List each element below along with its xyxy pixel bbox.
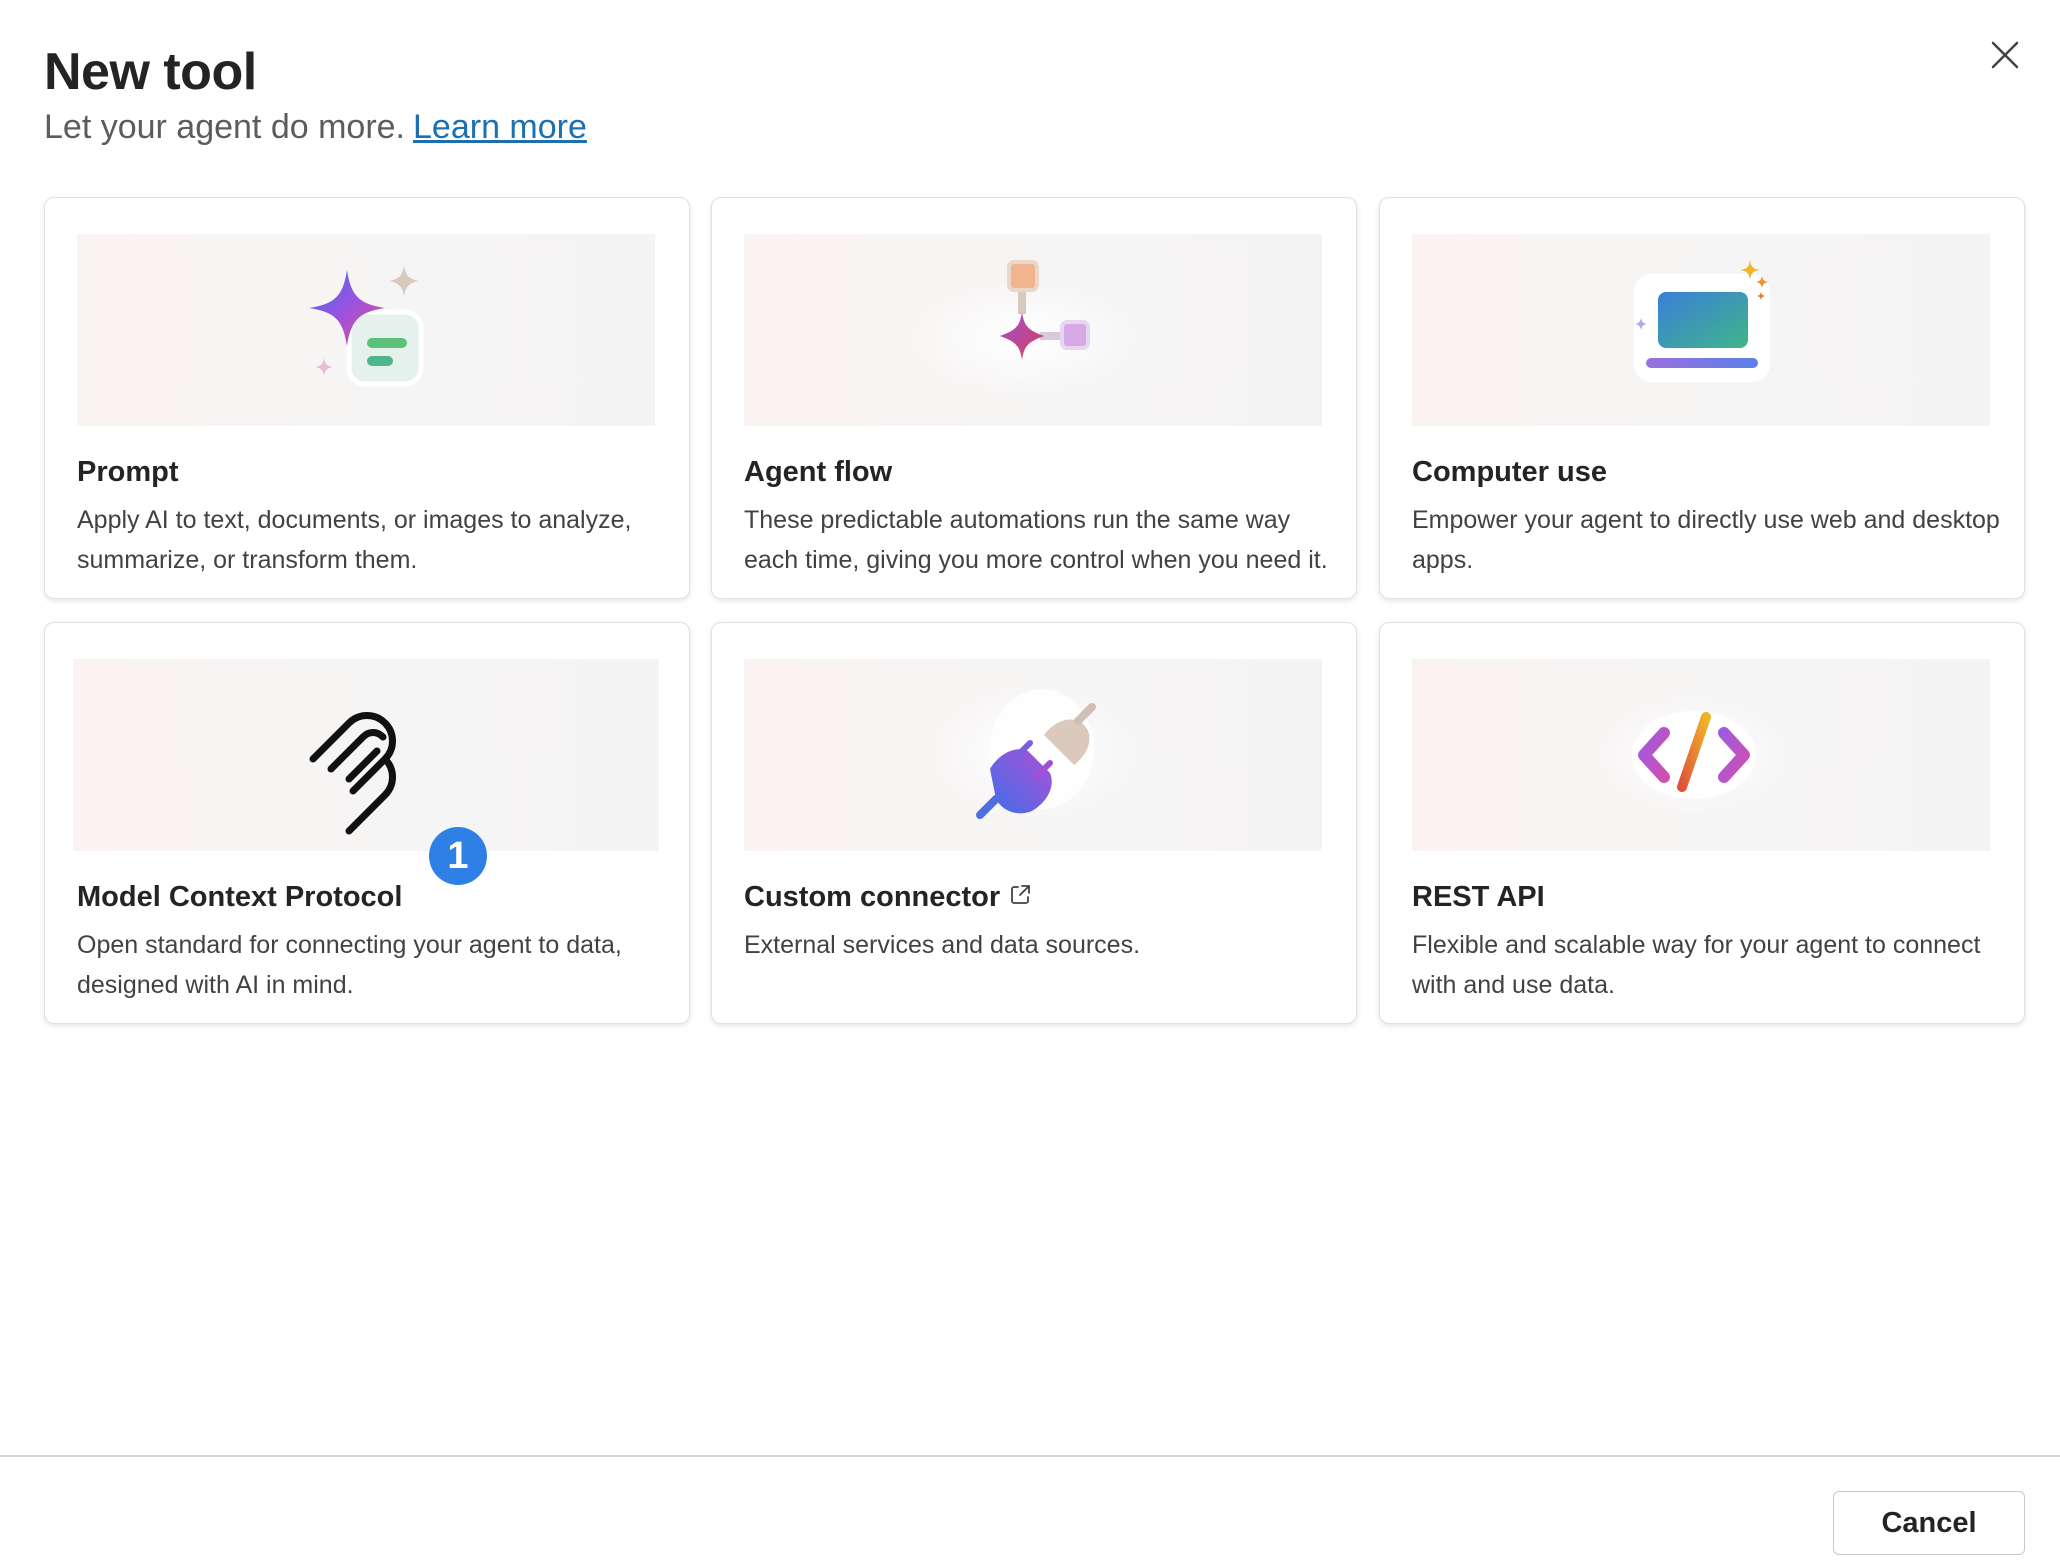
tool-name: Prompt — [77, 456, 179, 488]
cancel-button[interactable]: Cancel — [1833, 1491, 2025, 1555]
tool-card-computer-use[interactable]: Computer use Empower your agent to direc… — [1379, 197, 2025, 599]
agent-flow-illustration — [744, 234, 1322, 426]
mcp-icon — [309, 712, 396, 835]
tool-card-agent-flow[interactable]: Agent flow These predictable automations… — [711, 197, 1357, 599]
dialog-subtitle: Let your agent do more. Learn more — [44, 108, 587, 147]
tool-description: Flexible and scalable way for your agent… — [1412, 931, 1981, 999]
subtitle-text: Let your agent do more. — [44, 108, 406, 146]
new-tool-dialog: New tool Let your agent do more. Learn mo… — [0, 0, 2060, 1568]
computer-use-illustration — [1412, 234, 1990, 426]
agent-flow-icon — [904, 260, 1144, 398]
tool-card-model-context-protocol[interactable]: Model Context Protocol Open standard for… — [44, 622, 690, 1024]
close-button[interactable] — [1988, 38, 2022, 72]
tool-description: These predictable automations run the sa… — [744, 506, 1328, 574]
tool-name: Computer use — [1412, 456, 1607, 488]
tool-description: Apply AI to text, documents, or images t… — [77, 506, 632, 574]
dialog-title: New tool — [44, 43, 257, 101]
prompt-illustration — [77, 234, 655, 426]
footer-divider — [0, 1455, 2060, 1457]
rest-api-illustration — [1412, 659, 1990, 851]
tool-name: Agent flow — [744, 456, 893, 488]
custom-connector-illustration — [744, 659, 1322, 851]
code-brackets-icon — [1594, 693, 1794, 817]
tool-description: Empower your agent to directly use web a… — [1412, 506, 2000, 574]
tool-card-prompt[interactable]: Prompt Apply AI to text, documents, or i… — [44, 197, 690, 599]
learn-more-link[interactable]: Learn more — [413, 108, 587, 146]
sparkle-prompt-icon — [309, 266, 424, 387]
open-in-new-icon — [1011, 885, 1031, 904]
mcp-illustration — [73, 659, 659, 851]
plug-connector-icon — [924, 683, 1144, 823]
tool-name: Custom connector — [744, 881, 1001, 913]
computer-use-icon — [1634, 260, 1770, 382]
tool-name-row: Custom connector — [744, 881, 1032, 914]
tool-card-custom-connector[interactable]: Custom connector External services and d… — [711, 622, 1357, 1024]
tool-name: Model Context Protocol — [77, 881, 403, 913]
tool-card-rest-api[interactable]: REST API Flexible and scalable way for y… — [1379, 622, 2025, 1024]
step-number-badge: 1 — [429, 827, 487, 885]
tool-description: External services and data sources. — [744, 931, 1141, 959]
close-icon — [1991, 41, 2019, 69]
tool-description: Open standard for connecting your agent … — [77, 931, 622, 999]
tool-name: REST API — [1412, 881, 1545, 913]
